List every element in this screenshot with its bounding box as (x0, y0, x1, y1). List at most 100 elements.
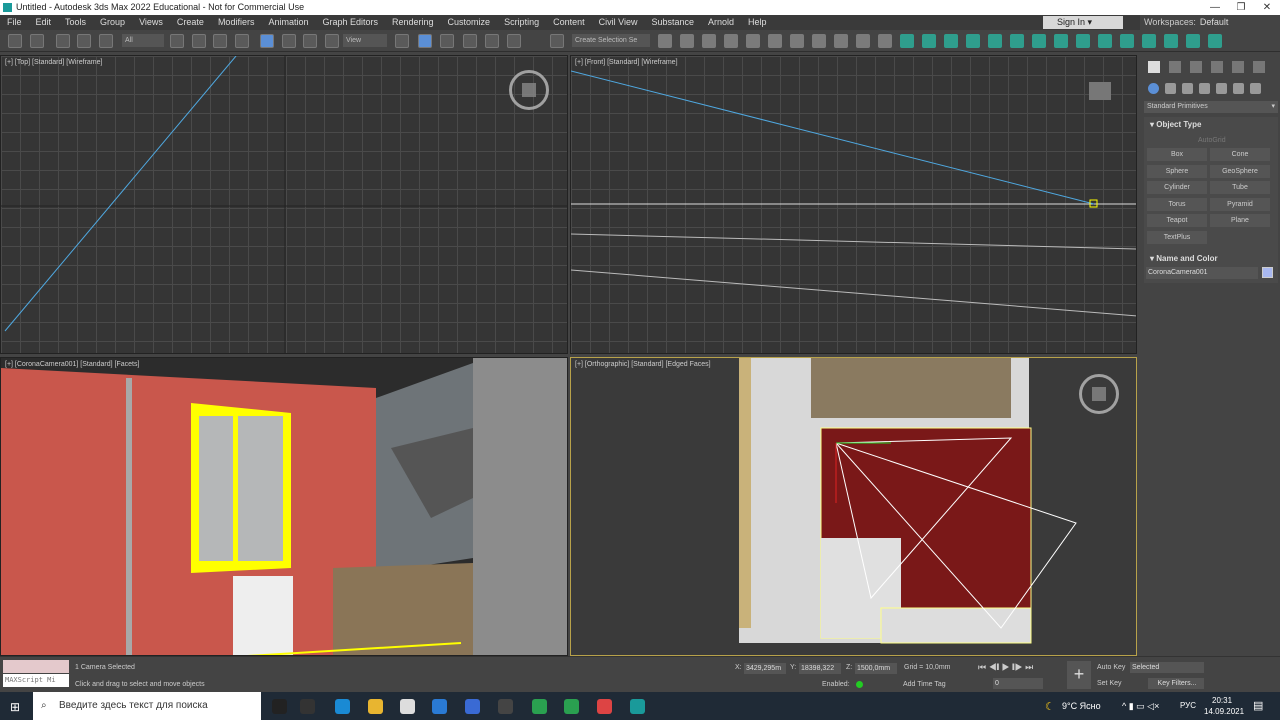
language-indicator[interactable]: РУС (1180, 701, 1196, 710)
taskbar-search[interactable]: ⌕ Введите здесь текст для поиска (33, 692, 261, 720)
utilities-tab-icon[interactable] (1253, 61, 1265, 73)
tree2-icon[interactable] (1010, 34, 1024, 48)
store-icon[interactable] (400, 699, 415, 714)
schematic-icon[interactable] (790, 34, 804, 48)
angle-snap-icon[interactable] (463, 34, 477, 48)
shapes-icon[interactable] (1165, 83, 1176, 94)
menu-civil-view[interactable]: Civil View (592, 15, 645, 30)
systems-icon[interactable] (1250, 83, 1261, 94)
menu-substance[interactable]: Substance (644, 15, 701, 30)
current-frame-field[interactable]: 0 (993, 678, 1043, 689)
pivot-icon[interactable] (418, 34, 432, 48)
reference-coord-dropdown[interactable]: View (343, 34, 387, 47)
select-by-name-icon[interactable] (192, 34, 206, 48)
app-icon[interactable] (465, 699, 480, 714)
viewport-label[interactable]: [+] [Front] [Standard] [Wireframe] (575, 59, 678, 66)
render-icon[interactable] (878, 34, 892, 48)
menu-create[interactable]: Create (170, 15, 211, 30)
mail-icon[interactable] (432, 699, 447, 714)
helpers-icon[interactable] (1216, 83, 1227, 94)
viewport-top[interactable]: [+] [Top] [Standard] [Wireframe] (0, 55, 568, 354)
create-box-button[interactable]: Box (1147, 148, 1207, 161)
camera-icon[interactable] (900, 34, 914, 48)
menu-file[interactable]: File (0, 15, 29, 30)
spacewarps-icon[interactable] (1233, 83, 1244, 94)
3dsmax-icon[interactable] (630, 699, 645, 714)
menu-group[interactable]: Group (93, 15, 132, 30)
list-icon[interactable] (1032, 34, 1046, 48)
frame-icon[interactable] (1098, 34, 1112, 48)
clock-time[interactable]: 20:31 (1212, 696, 1232, 705)
create-tube-button[interactable]: Tube (1210, 181, 1270, 194)
select-object-icon[interactable] (170, 34, 184, 48)
windows-start-icon[interactable]: ⊞ (10, 700, 20, 714)
named-selection-dropdown[interactable]: Create Selection Se (572, 34, 650, 47)
obs-icon[interactable] (498, 699, 513, 714)
set-key-button[interactable]: Set Key (1097, 680, 1122, 687)
sun-icon[interactable] (966, 34, 980, 48)
menu-animation[interactable]: Animation (261, 15, 315, 30)
lights-icon[interactable] (1182, 83, 1193, 94)
align-icon[interactable] (680, 34, 694, 48)
selected-set-dropdown[interactable]: Selected (1130, 662, 1204, 673)
layer-explorer-icon[interactable] (724, 34, 738, 48)
mirror-icon[interactable] (395, 34, 409, 48)
grid-icon[interactable] (1186, 34, 1200, 48)
restore-button[interactable]: ❐ (1228, 0, 1254, 15)
move-icon[interactable] (260, 34, 274, 48)
primitive-category-dropdown[interactable]: Standard Primitives ▾ (1144, 101, 1278, 113)
viewport-front[interactable]: [+] [Front] [Standard] [Wireframe] (570, 55, 1137, 354)
curve-editor-icon[interactable] (768, 34, 782, 48)
menu-rendering[interactable]: Rendering (385, 15, 441, 30)
cameras-icon[interactable] (1199, 83, 1210, 94)
unlink-icon[interactable] (77, 34, 91, 48)
placement-icon[interactable] (325, 34, 339, 48)
camera-add-icon[interactable] (922, 34, 936, 48)
tree-icon[interactable] (988, 34, 1002, 48)
edit-named-sel-icon[interactable] (550, 34, 564, 48)
app2-icon[interactable] (532, 699, 547, 714)
menu-scripting[interactable]: Scripting (497, 15, 546, 30)
menu-graph-editors[interactable]: Graph Editors (315, 15, 385, 30)
scene-explorer-icon[interactable] (702, 34, 716, 48)
create-plane-button[interactable]: Plane (1210, 214, 1270, 227)
menu-customize[interactable]: Customize (441, 15, 498, 30)
link-icon[interactable] (56, 34, 70, 48)
rollout-header[interactable]: ▾ Object Type (1144, 117, 1278, 132)
create-textplus-button[interactable]: TextPlus (1147, 230, 1207, 244)
selection-filter-dropdown[interactable]: All (122, 34, 164, 47)
create-sphere-button[interactable]: Sphere (1147, 164, 1207, 178)
viewcube[interactable] (509, 70, 549, 110)
viewport-camera[interactable]: [+] [CoronaCamera001] [Standard] [Facets… (0, 357, 568, 656)
rotate-icon[interactable] (282, 34, 296, 48)
window-icon[interactable] (1142, 34, 1156, 48)
minimize-button[interactable]: — (1202, 0, 1228, 15)
motion-tab-icon[interactable] (1211, 61, 1223, 73)
menu-tools[interactable]: Tools (58, 15, 93, 30)
playback-controls[interactable]: ⏮ ◀❙ ▶ ❙▶ ⏭ (978, 662, 1033, 673)
snap-icon[interactable] (440, 34, 454, 48)
menu-modifiers[interactable]: Modifiers (211, 15, 262, 30)
bulb-icon[interactable] (1120, 34, 1134, 48)
redo-icon[interactable] (30, 34, 44, 48)
workspaces-selector[interactable]: Workspaces: Default (1140, 15, 1280, 30)
viewport-label[interactable]: [+] [Top] [Standard] [Wireframe] (5, 59, 102, 66)
ribbon-icon[interactable] (746, 34, 760, 48)
teapot-icon[interactable] (1208, 34, 1222, 48)
viewcube[interactable] (1089, 82, 1111, 100)
weather-text[interactable]: 9°C Ясно (1062, 701, 1101, 711)
maxscript-listener-output[interactable] (3, 660, 69, 673)
y-coordinate-field[interactable]: 18398,322 (799, 663, 841, 674)
menu-views[interactable]: Views (132, 15, 170, 30)
x-coordinate-field[interactable]: 3429,295m (744, 663, 786, 674)
menu-help[interactable]: Help (741, 15, 774, 30)
mirror-tool-icon[interactable] (658, 34, 672, 48)
task-view-icon[interactable] (300, 699, 315, 714)
create-cylinder-button[interactable]: Cylinder (1147, 181, 1207, 194)
viewport-label[interactable]: [+] [Orthographic] [Standard] [Edged Fac… (575, 361, 711, 368)
rollout-header[interactable]: ▾ Name and Color (1144, 251, 1278, 266)
create-pyramid-button[interactable]: Pyramid (1210, 197, 1270, 211)
modify-tab-icon[interactable] (1169, 61, 1181, 73)
window2-icon[interactable] (1164, 34, 1178, 48)
create-cone-button[interactable]: Cone (1210, 148, 1270, 161)
